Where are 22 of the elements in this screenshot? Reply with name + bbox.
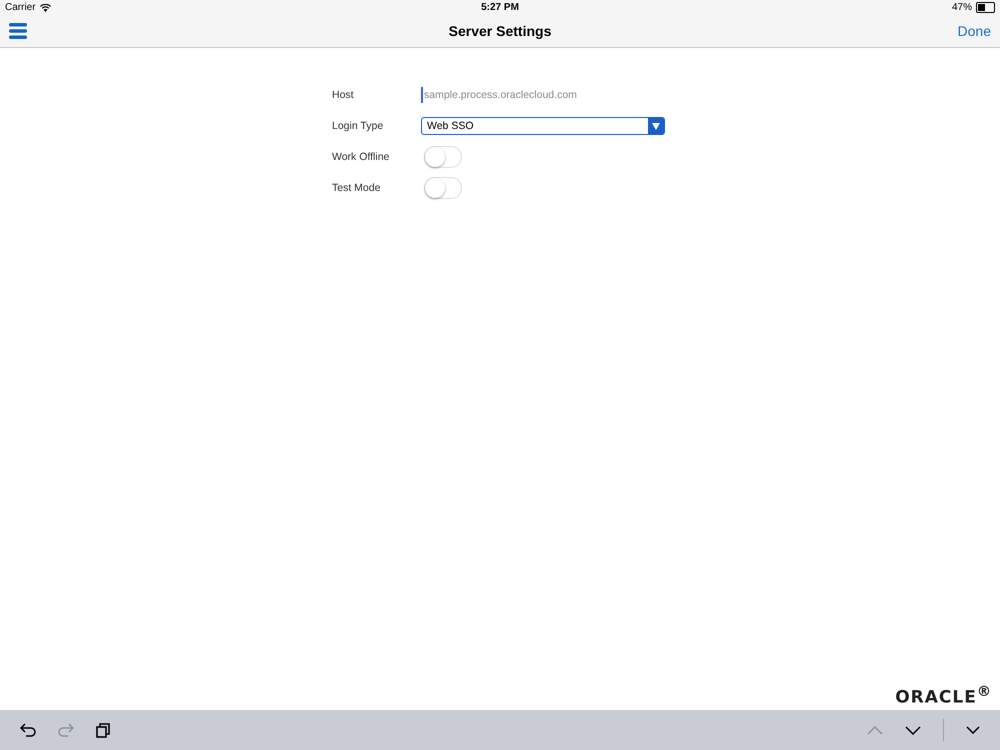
battery-icon <box>976 2 995 13</box>
menu-icon[interactable] <box>9 23 27 39</box>
login-type-dropdown[interactable]: Web SSO <box>421 117 665 135</box>
oracle-logo: ORACLE$^{®}$ <box>895 684 992 708</box>
field-label: Host <box>332 89 355 101</box>
dropdown-arrow-icon <box>652 122 660 130</box>
copy-icon[interactable] <box>96 722 110 738</box>
wifi-icon <box>40 4 51 12</box>
field-label: Test Mode <box>332 182 382 194</box>
field-label: Work Offline <box>332 151 390 163</box>
toggle-switch[interactable] <box>424 177 462 199</box>
status-time: 5:27 PM <box>481 2 519 13</box>
host-field[interactable]: sample.process.oraclecloud.com <box>421 87 644 103</box>
down-chevron-icon[interactable] <box>905 726 921 734</box>
battery-percent: 47% <box>952 2 972 13</box>
carrier-name: Carrier <box>5 2 36 13</box>
field-label: Login Type <box>332 120 384 132</box>
toggle-switch[interactable] <box>424 146 462 168</box>
done-button[interactable]: Done <box>958 23 991 39</box>
window-title: Server Settings <box>448 23 552 39</box>
dismiss-keyboard-icon[interactable] <box>966 726 980 734</box>
undo-icon[interactable] <box>20 723 36 737</box>
